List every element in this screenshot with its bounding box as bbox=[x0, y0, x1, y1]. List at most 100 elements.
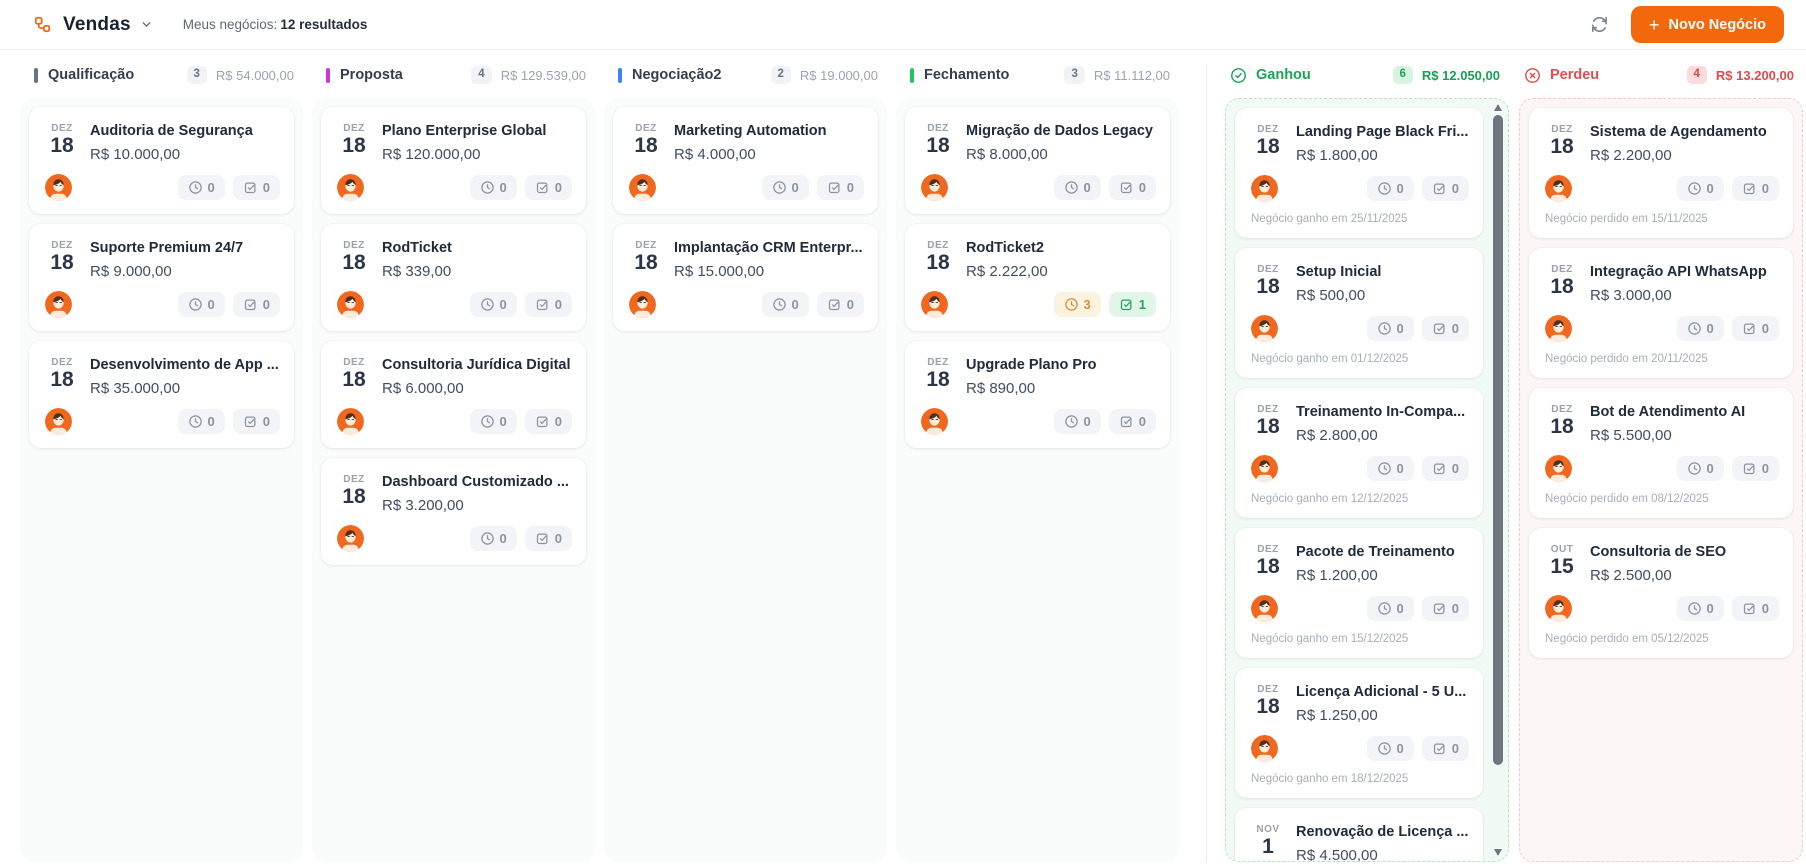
tasks-pill[interactable]: 0 bbox=[525, 526, 572, 551]
owner-avatar[interactable] bbox=[1251, 455, 1278, 482]
activities-pill[interactable]: 0 bbox=[470, 292, 517, 317]
activities-pill[interactable]: 0 bbox=[178, 175, 225, 200]
owner-avatar[interactable] bbox=[337, 291, 364, 318]
owner-avatar[interactable] bbox=[1545, 175, 1572, 202]
tasks-pill[interactable]: 0 bbox=[817, 175, 864, 200]
deal-card[interactable]: DEZ18Dashboard Customizado ...R$ 3.200,0… bbox=[321, 458, 586, 565]
new-deal-button[interactable]: + Novo Negócio bbox=[1631, 6, 1784, 43]
tasks-pill[interactable]: 0 bbox=[1422, 176, 1469, 201]
tasks-pill[interactable]: 0 bbox=[1422, 316, 1469, 341]
deal-card[interactable]: DEZ18RodTicketR$ 339,0000 bbox=[321, 224, 586, 331]
tasks-pill[interactable]: 0 bbox=[1732, 456, 1779, 481]
deal-card[interactable]: DEZ18Marketing AutomationR$ 4.000,0000 bbox=[613, 107, 878, 214]
tasks-pill[interactable]: 0 bbox=[1422, 596, 1469, 621]
deal-card[interactable]: DEZ18Auditoria de SegurançaR$ 10.000,000… bbox=[29, 107, 294, 214]
deal-card[interactable]: DEZ18Landing Page Black Fri...R$ 1.800,0… bbox=[1235, 108, 1483, 238]
deal-card[interactable]: DEZ18Implantação CRM Enterpr...R$ 15.000… bbox=[613, 224, 878, 331]
deal-card-main: DEZ18Integração API WhatsAppR$ 3.000,00 bbox=[1545, 263, 1779, 304]
owner-avatar[interactable] bbox=[1251, 595, 1278, 622]
owner-avatar[interactable] bbox=[337, 174, 364, 201]
scroll-down-arrow[interactable] bbox=[1494, 849, 1502, 856]
tasks-pill[interactable]: 0 bbox=[1732, 596, 1779, 621]
owner-avatar[interactable] bbox=[1545, 315, 1572, 342]
deal-card[interactable]: DEZ18Pacote de TreinamentoR$ 1.200,0000N… bbox=[1235, 528, 1483, 658]
owner-avatar[interactable] bbox=[921, 291, 948, 318]
activities-pill[interactable]: 0 bbox=[1677, 596, 1724, 621]
column-name[interactable]: Negociação2 bbox=[632, 67, 721, 83]
tasks-pill[interactable]: 0 bbox=[1732, 316, 1779, 341]
tasks-pill[interactable]: 0 bbox=[525, 292, 572, 317]
scroll-thumb[interactable] bbox=[1493, 115, 1503, 765]
deal-card[interactable]: DEZ18Migração de Dados LegacyR$ 8.000,00… bbox=[905, 107, 1170, 214]
deal-card[interactable]: DEZ18Setup InicialR$ 500,0000Negócio gan… bbox=[1235, 248, 1483, 378]
deal-card[interactable]: DEZ18Upgrade Plano ProR$ 890,0000 bbox=[905, 341, 1170, 448]
activities-pill[interactable]: 0 bbox=[470, 175, 517, 200]
owner-avatar[interactable] bbox=[1545, 595, 1572, 622]
owner-avatar[interactable] bbox=[45, 174, 72, 201]
activities-pill[interactable]: 0 bbox=[762, 175, 809, 200]
activities-pill[interactable]: 0 bbox=[1677, 176, 1724, 201]
owner-avatar[interactable] bbox=[1251, 315, 1278, 342]
activities-pill[interactable]: 3 bbox=[1054, 292, 1101, 317]
owner-avatar[interactable] bbox=[45, 291, 72, 318]
column-name[interactable]: Fechamento bbox=[924, 67, 1009, 83]
deal-card[interactable]: DEZ18Sistema de AgendamentoR$ 2.200,0000… bbox=[1529, 108, 1793, 238]
deal-card[interactable]: DEZ18RodTicket2R$ 2.222,0031 bbox=[905, 224, 1170, 331]
tasks-pill[interactable]: 0 bbox=[525, 409, 572, 434]
deal-card[interactable]: OUT15Consultoria de SEOR$ 2.500,0000Negó… bbox=[1529, 528, 1793, 658]
activities-pill[interactable]: 0 bbox=[1367, 736, 1414, 761]
scroll-up-arrow[interactable] bbox=[1494, 104, 1502, 111]
owner-avatar[interactable] bbox=[1545, 455, 1572, 482]
owner-avatar[interactable] bbox=[45, 408, 72, 435]
tasks-pill[interactable]: 0 bbox=[525, 175, 572, 200]
deal-card[interactable]: DEZ18Treinamento In-Compa...R$ 2.800,000… bbox=[1235, 388, 1483, 518]
deal-card[interactable]: DEZ18Suporte Premium 24/7R$ 9.000,0000 bbox=[29, 224, 294, 331]
column-name[interactable]: Proposta bbox=[340, 67, 403, 83]
column-name[interactable]: Ganhou bbox=[1256, 67, 1311, 83]
activities-pill[interactable]: 0 bbox=[1054, 409, 1101, 434]
owner-avatar[interactable] bbox=[337, 525, 364, 552]
column-name[interactable]: Qualificação bbox=[48, 67, 134, 83]
activities-pill[interactable]: 0 bbox=[470, 409, 517, 434]
activities-pill[interactable]: 0 bbox=[1054, 175, 1101, 200]
deal-card[interactable]: NOV1Renovação de Licença ...R$ 4.500,00 bbox=[1235, 808, 1483, 862]
deal-card[interactable]: DEZ18Desenvolvimento de App ...R$ 35.000… bbox=[29, 341, 294, 448]
activities-pill[interactable]: 0 bbox=[762, 292, 809, 317]
deal-card[interactable]: DEZ18Integração API WhatsAppR$ 3.000,00 0… bbox=[1529, 248, 1793, 378]
column-name[interactable]: Perdeu bbox=[1550, 67, 1599, 83]
tasks-pill[interactable]: 0 bbox=[1422, 736, 1469, 761]
deal-card[interactable]: DEZ18Consultoria Jurídica DigitalR$ 6.00… bbox=[321, 341, 586, 448]
owner-avatar[interactable] bbox=[1251, 735, 1278, 762]
owner-avatar[interactable] bbox=[1251, 175, 1278, 202]
owner-avatar[interactable] bbox=[921, 174, 948, 201]
column-scrollbar[interactable] bbox=[1493, 102, 1504, 858]
refresh-button[interactable] bbox=[1588, 13, 1611, 36]
activities-pill[interactable]: 0 bbox=[1677, 316, 1724, 341]
owner-avatar[interactable] bbox=[921, 408, 948, 435]
owner-avatar[interactable] bbox=[337, 408, 364, 435]
chevron-down-icon[interactable] bbox=[140, 18, 153, 31]
board-title[interactable]: Vendas bbox=[63, 14, 131, 36]
tasks-pill[interactable]: 0 bbox=[233, 409, 280, 434]
activities-pill[interactable]: 0 bbox=[178, 292, 225, 317]
owner-avatar[interactable] bbox=[629, 174, 656, 201]
tasks-pill[interactable]: 0 bbox=[233, 292, 280, 317]
activities-pill[interactable]: 0 bbox=[178, 409, 225, 434]
tasks-pill[interactable]: 0 bbox=[1109, 409, 1156, 434]
deal-card[interactable]: DEZ18Plano Enterprise GlobalR$ 120.000,0… bbox=[321, 107, 586, 214]
deal-card[interactable]: DEZ18Bot de Atendimento AIR$ 5.500,0000N… bbox=[1529, 388, 1793, 518]
owner-avatar[interactable] bbox=[629, 291, 656, 318]
activities-pill[interactable]: 0 bbox=[1367, 596, 1414, 621]
activities-pill[interactable]: 0 bbox=[1367, 456, 1414, 481]
activities-pill[interactable]: 0 bbox=[1367, 176, 1414, 201]
activities-pill[interactable]: 0 bbox=[1677, 456, 1724, 481]
tasks-pill[interactable]: 0 bbox=[1732, 176, 1779, 201]
deal-card[interactable]: DEZ18Licença Adicional - 5 U...R$ 1.250,… bbox=[1235, 668, 1483, 798]
tasks-pill[interactable]: 0 bbox=[233, 175, 280, 200]
activities-pill[interactable]: 0 bbox=[1367, 316, 1414, 341]
tasks-pill[interactable]: 1 bbox=[1109, 292, 1156, 317]
activities-pill[interactable]: 0 bbox=[470, 526, 517, 551]
tasks-pill[interactable]: 0 bbox=[1109, 175, 1156, 200]
tasks-pill[interactable]: 0 bbox=[1422, 456, 1469, 481]
tasks-pill[interactable]: 0 bbox=[817, 292, 864, 317]
